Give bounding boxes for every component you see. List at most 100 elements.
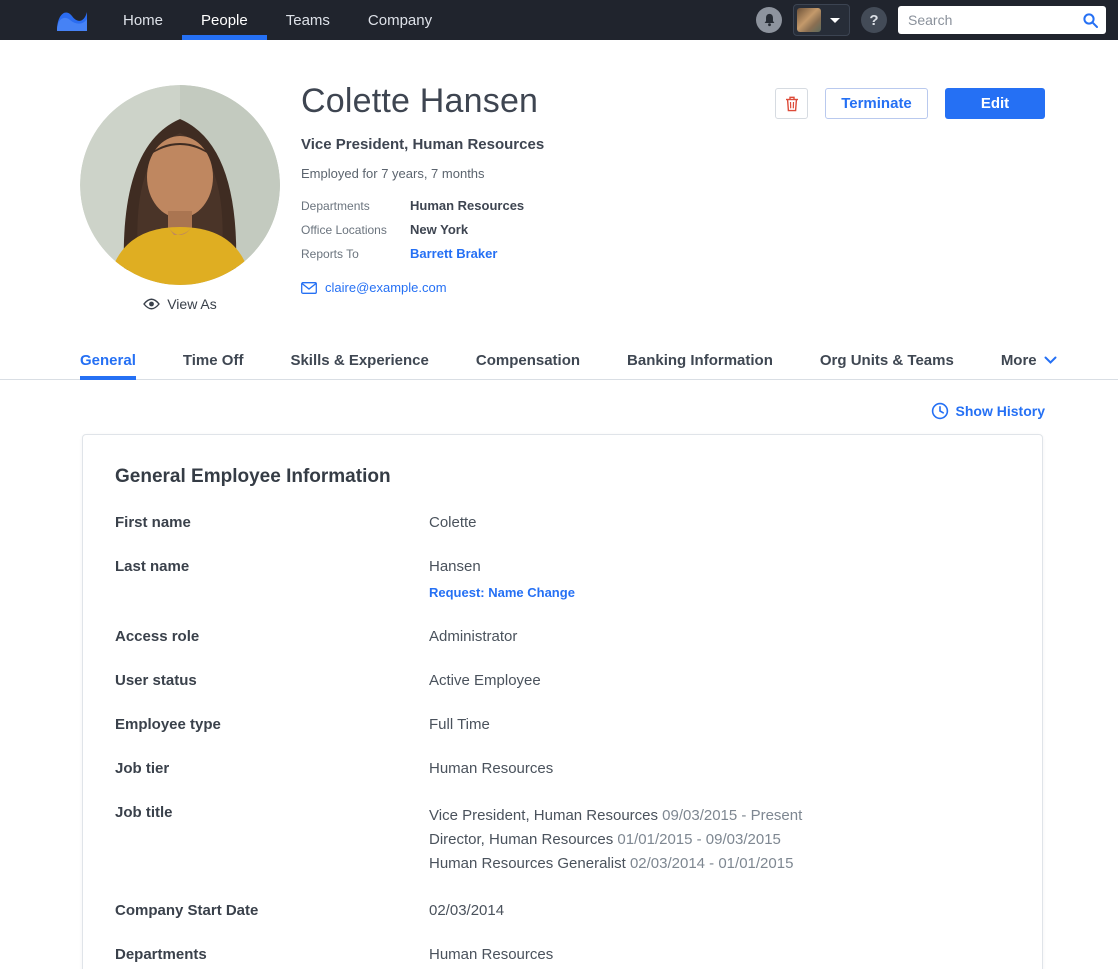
field-row-user-status: User status Active Employee (115, 672, 1010, 690)
tab-label: Time Off (183, 352, 244, 369)
tab-label: Org Units & Teams (820, 352, 954, 369)
field-row-access-role: Access role Administrator (115, 628, 1010, 646)
field-label: First name (115, 514, 429, 532)
job-history-title: Vice President, Human Resources (429, 807, 658, 824)
app-logo[interactable] (54, 0, 90, 40)
notifications-button[interactable] (756, 7, 782, 33)
field-label: Access role (115, 628, 429, 646)
meta-row-departments: Departments Human Resources (301, 198, 841, 213)
field-label: Last name (115, 558, 429, 602)
bell-icon (762, 12, 777, 28)
field-row-employee-type: Employee type Full Time (115, 716, 1010, 734)
field-label: Job tier (115, 760, 429, 778)
delete-button[interactable] (775, 88, 808, 119)
job-history-title: Human Resources Generalist (429, 855, 626, 872)
job-history-entry: Human Resources Generalist 02/03/2014 - … (429, 852, 802, 876)
search-input[interactable] (898, 6, 1106, 34)
top-navbar: Home People Teams Company ? (0, 0, 1118, 40)
field-value: Administrator (429, 628, 517, 646)
reports-to-link[interactable]: Barrett Braker (410, 246, 497, 261)
tab-more[interactable]: More (1001, 341, 1057, 379)
main-nav: Home People Teams Company (104, 0, 451, 40)
tab-org-units-teams[interactable]: Org Units & Teams (820, 341, 954, 379)
tab-time-off[interactable]: Time Off (183, 341, 244, 379)
field-label: Company Start Date (115, 902, 429, 920)
tab-skills-experience[interactable]: Skills & Experience (290, 341, 428, 379)
job-history-entry: Vice President, Human Resources 09/03/20… (429, 804, 802, 828)
chevron-down-icon (830, 18, 840, 23)
profile-header: View As Colette Hansen Vice President, H… (0, 40, 1118, 341)
field-label: Employee type (115, 716, 429, 734)
field-value: Human Resources (429, 946, 553, 964)
eye-icon (143, 298, 160, 310)
tab-label: General (80, 352, 136, 369)
meta-label: Reports To (301, 247, 410, 261)
field-value: Human Resources (429, 760, 553, 778)
field-row-last-name: Last name Hansen Request: Name Change (115, 558, 1010, 602)
show-history-button[interactable]: Show History (0, 380, 1118, 420)
email-row: claire@example.com (301, 280, 841, 295)
chevron-down-icon (1044, 356, 1057, 364)
field-row-departments: Departments Human Resources (115, 946, 1010, 964)
envelope-icon (301, 282, 317, 294)
job-title-history: Vice President, Human Resources 09/03/20… (429, 804, 802, 876)
last-name-value: Hansen (429, 558, 481, 575)
meta-value-office-locations: New York (410, 222, 468, 237)
trash-icon (785, 96, 799, 112)
field-label: User status (115, 672, 429, 690)
terminate-button[interactable]: Terminate (825, 88, 928, 119)
logo-wave-icon (54, 7, 90, 33)
meta-row-reports-to: Reports To Barrett Braker (301, 246, 841, 261)
history-clock-icon (931, 402, 949, 420)
job-history-dates: 09/03/2015 - Present (662, 807, 802, 824)
tab-banking-information[interactable]: Banking Information (627, 341, 773, 379)
field-label: Job title (115, 804, 429, 876)
field-label: Departments (115, 946, 429, 964)
employee-job-title: Vice President, Human Resources (301, 136, 841, 153)
meta-label: Office Locations (301, 223, 410, 237)
tab-label: Skills & Experience (290, 352, 428, 369)
tab-label: More (1001, 352, 1037, 369)
field-value: Active Employee (429, 672, 541, 690)
search-box (898, 6, 1106, 34)
meta-label: Departments (301, 199, 410, 213)
help-label: ? (869, 12, 878, 29)
nav-teams[interactable]: Teams (267, 0, 349, 40)
field-value: 02/03/2014 (429, 902, 504, 920)
user-menu[interactable] (793, 4, 850, 36)
tab-label: Banking Information (627, 352, 773, 369)
request-name-change-link[interactable]: Request: Name Change (429, 584, 575, 602)
general-info-card: General Employee Information First name … (82, 434, 1043, 969)
nav-company[interactable]: Company (349, 0, 451, 40)
edit-button[interactable]: Edit (945, 88, 1045, 119)
tab-general[interactable]: General (80, 341, 136, 379)
profile-photo (80, 85, 280, 285)
help-button[interactable]: ? (861, 7, 887, 33)
profile-tabs: General Time Off Skills & Experience Com… (0, 341, 1118, 380)
user-avatar (797, 8, 821, 32)
nav-people[interactable]: People (182, 0, 267, 40)
field-row-first-name: First name Colette (115, 514, 1010, 532)
header-actions: Terminate Edit (775, 88, 1045, 119)
card-title: General Employee Information (115, 466, 1010, 488)
field-row-company-start-date: Company Start Date 02/03/2014 (115, 902, 1010, 920)
field-row-job-title: Job title Vice President, Human Resource… (115, 804, 1010, 876)
view-as-button[interactable]: View As (80, 296, 280, 312)
job-history-dates: 01/01/2015 - 09/03/2015 (617, 831, 780, 848)
employee-name: Colette Hansen (301, 82, 841, 121)
field-value: Hansen Request: Name Change (429, 558, 575, 602)
employee-tenure: Employed for 7 years, 7 months (301, 166, 841, 181)
search-icon[interactable] (1082, 12, 1099, 29)
tab-label: Compensation (476, 352, 580, 369)
meta-value-departments: Human Resources (410, 198, 524, 213)
job-history-entry: Director, Human Resources 01/01/2015 - 0… (429, 828, 802, 852)
field-row-job-tier: Job tier Human Resources (115, 760, 1010, 778)
show-history-label: Show History (956, 403, 1045, 419)
nav-home[interactable]: Home (104, 0, 182, 40)
field-value: Colette (429, 514, 477, 532)
field-value: Full Time (429, 716, 490, 734)
employee-email-link[interactable]: claire@example.com (325, 280, 447, 295)
meta-row-office-locations: Office Locations New York (301, 222, 841, 237)
employee-meta: Departments Human Resources Office Locat… (301, 198, 841, 261)
tab-compensation[interactable]: Compensation (476, 341, 580, 379)
